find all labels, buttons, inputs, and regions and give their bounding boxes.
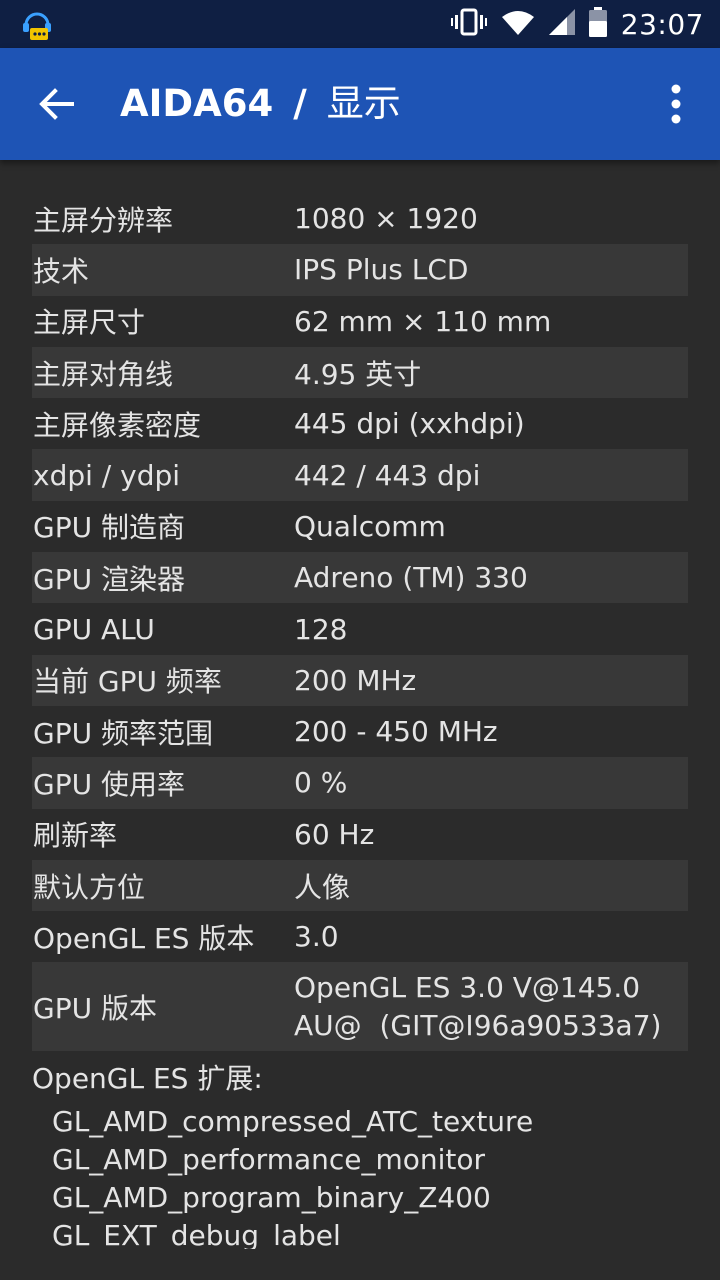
info-label: GPU ALU — [33, 612, 155, 646]
info-row: xdpi / ydpi 442 / 443 dpi — [32, 449, 688, 501]
info-row: GPU 渲染器 Adreno (TM) 330 — [32, 552, 688, 604]
info-value: 128 — [294, 612, 348, 646]
section-name: 显示 — [326, 82, 401, 125]
info-label: 主屏分辨率 — [33, 203, 174, 237]
title-separator: / — [293, 82, 307, 125]
info-row: GPU 频率范围 200 - 450 MHz — [32, 706, 688, 757]
gpu-version-line-1: OpenGL ES 3.0 V@145.0 — [294, 970, 641, 1004]
extension-item: GL_EXT_debug_label — [52, 1219, 341, 1250]
info-value: 200 MHz — [294, 663, 417, 697]
info-label: GPU 制造商 — [33, 511, 185, 545]
info-label: xdpi / ydpi — [33, 458, 181, 492]
info-row: GPU ALU 128 — [32, 603, 688, 654]
info-value: 60 Hz — [294, 817, 375, 851]
info-label: 默认方位 — [33, 870, 146, 904]
info-label: GPU 使用率 — [33, 767, 185, 801]
info-label: 刷新率 — [33, 819, 118, 853]
info-label: GPU 渲染器 — [33, 562, 185, 596]
info-label: 主屏像素密度 — [33, 408, 202, 442]
status-time: 23:07 — [620, 7, 704, 41]
battery-icon — [588, 7, 607, 41]
wifi-icon — [501, 9, 535, 39]
extension-item: GL_AMD_program_binary_Z400 — [52, 1181, 491, 1215]
status-bar: 23:07 — [0, 0, 720, 48]
info-row: 主屏分辨率 1080 × 1920 — [32, 193, 688, 244]
info-value: 人像 — [294, 870, 351, 904]
info-value: 1080 × 1920 — [294, 202, 478, 236]
extension-item: GL_AMD_compressed_ATC_texture — [52, 1105, 534, 1139]
info-row: 当前 GPU 频率 200 MHz — [32, 654, 688, 706]
info-row-gpu-version: GPU 版本 OpenGL ES 3.0 V@145.0 AU@ (GIT@I9… — [32, 962, 688, 1052]
info-value: 3.0 — [294, 920, 339, 954]
info-row: 技术 IPS Plus LCD — [32, 244, 688, 296]
display-info-list: 主屏分辨率 1080 × 1920 技术 IPS Plus LCD 主屏尺寸 62 m… — [32, 193, 688, 1249]
info-label: 当前 GPU 频率 — [33, 665, 222, 699]
gpu-version-line-2: AU@ (GIT@I96a90533a7) — [294, 1008, 662, 1042]
extensions-list: GL_AMD_compressed_ATC_texture GL_AMD_per… — [32, 1103, 688, 1249]
chat-bubble-notification-icon — [20, 8, 54, 42]
info-row: 主屏对角线 4.95 英寸 — [32, 346, 688, 399]
more-vert-icon[interactable] — [656, 78, 696, 130]
info-row: GPU 使用率 0 % — [32, 757, 688, 809]
info-value: IPS Plus LCD — [294, 253, 469, 287]
info-row: 默认方位 人像 — [32, 859, 688, 912]
info-row: GPU 制造商 Qualcomm — [32, 501, 688, 552]
info-row: 主屏像素密度 445 dpi (xxhdpi) — [32, 398, 688, 449]
info-label: 主屏尺寸 — [33, 306, 146, 340]
app-name: AIDA64 — [120, 82, 274, 125]
info-value: 200 - 450 MHz — [294, 715, 498, 749]
info-row: 主屏尺寸 62 mm × 110 mm — [32, 296, 688, 347]
app-bar: AIDA64 / 显示 — [0, 48, 720, 160]
vibrate-icon — [450, 8, 487, 40]
info-label: 技术 — [33, 254, 90, 288]
info-value: 62 mm × 110 mm — [294, 304, 552, 338]
info-label: OpenGL ES 版本 — [33, 921, 255, 955]
info-label: GPU 频率范围 — [33, 716, 213, 750]
info-row: OpenGL ES 版本 3.0 — [32, 911, 688, 962]
info-value: Adreno (TM) 330 — [294, 561, 528, 595]
info-row: 刷新率 60 Hz — [32, 809, 688, 860]
arrow-back-icon[interactable] — [24, 76, 88, 132]
info-value: Qualcomm — [294, 509, 446, 543]
cell-signal-icon — [548, 9, 575, 39]
info-value: OpenGL ES 3.0 V@145.0 AU@ (GIT@I96a90533… — [294, 969, 688, 1045]
info-value: 442 / 443 dpi — [294, 458, 481, 492]
info-value: 0 % — [294, 766, 348, 800]
info-value: 445 dpi (xxhdpi) — [294, 407, 525, 441]
page-title: AIDA64 / 显示 — [120, 48, 401, 160]
info-value: 4.95 英寸 — [294, 357, 422, 391]
extension-item: GL_AMD_performance_monitor — [52, 1143, 486, 1177]
info-label: 主屏对角线 — [33, 357, 174, 391]
extensions-header: OpenGL ES 扩展: — [32, 1062, 263, 1096]
info-label: GPU 版本 — [33, 991, 157, 1025]
